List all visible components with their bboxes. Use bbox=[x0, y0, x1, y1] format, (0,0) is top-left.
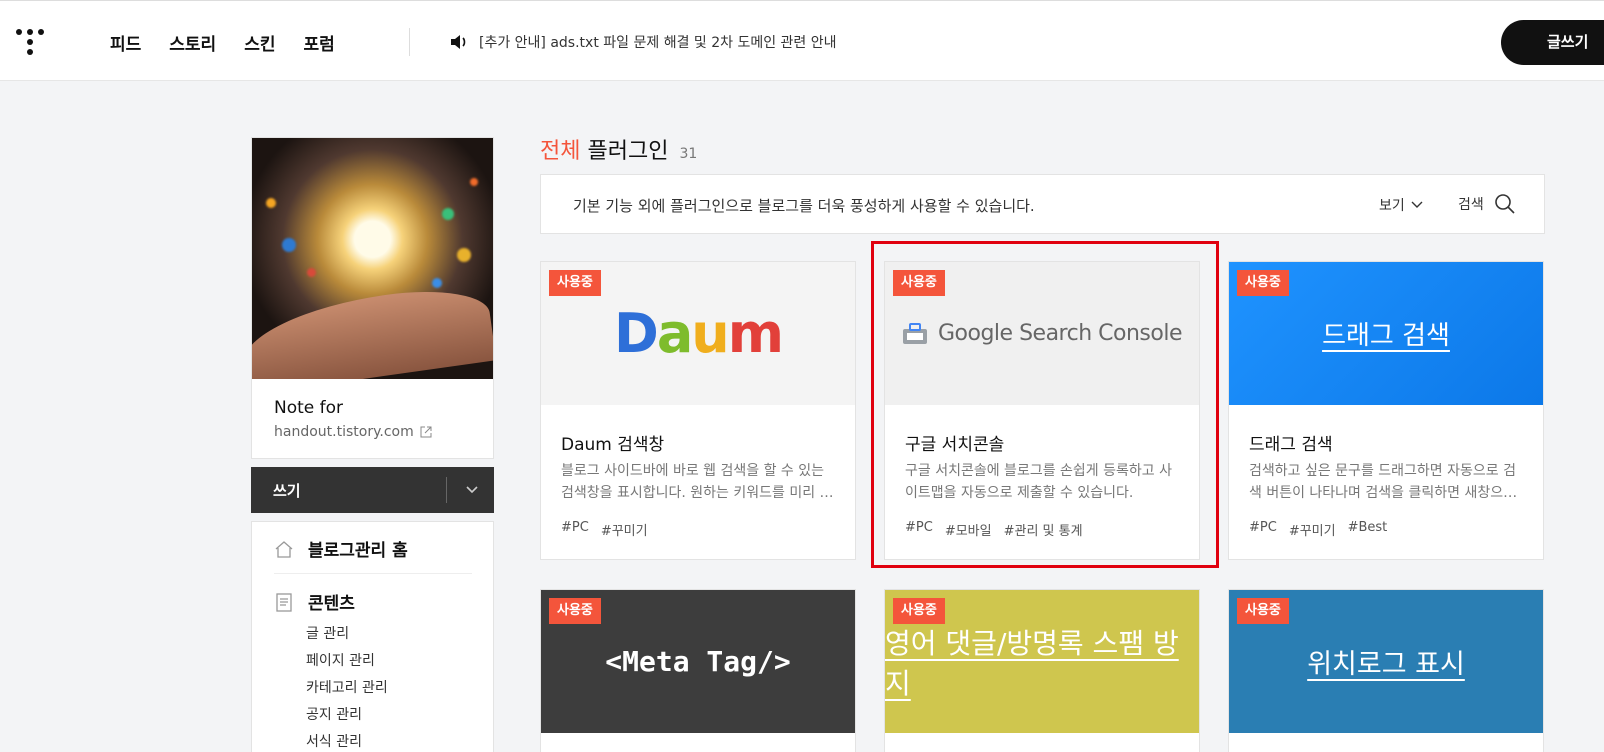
search-button[interactable]: 검색 bbox=[1458, 193, 1515, 214]
plugin-tag: #PC bbox=[561, 520, 589, 535]
view-label[interactable]: 보기 bbox=[1379, 195, 1405, 215]
sidebar-item-pages[interactable]: 페이지 관리 bbox=[306, 650, 375, 670]
global-nav: 피드 스토리 스킨 포럼 bbox=[110, 30, 335, 55]
in-use-badge: 사용중 bbox=[893, 270, 945, 296]
blog-url[interactable]: handout.tistory.com bbox=[274, 424, 432, 440]
document-icon bbox=[276, 592, 292, 612]
plugin-tag: #관리 및 통계 bbox=[1003, 524, 1083, 539]
write-post-button[interactable]: 글쓰기 bbox=[1501, 20, 1604, 65]
plugin-thumbnail: 영어 댓글/방명록 스팸 방지 사용중 bbox=[885, 590, 1199, 733]
nav-story[interactable]: 스토리 bbox=[169, 30, 216, 55]
home-icon bbox=[275, 540, 293, 558]
page-title-accent: 전체 bbox=[540, 139, 581, 164]
sidebar-menu: 블로그관리 홈 콘텐츠 글 관리 페이지 관리 카테고리 관리 공지 관리 서식… bbox=[251, 521, 494, 752]
in-use-badge: 사용중 bbox=[549, 270, 601, 296]
profile-image[interactable] bbox=[252, 138, 493, 379]
search-label[interactable]: 검색 bbox=[1458, 194, 1484, 214]
location-log-thumb-text: 위치로그 표시 bbox=[1307, 649, 1465, 680]
plugin-thumbnail: <Meta Tag/> 사용중 bbox=[541, 590, 855, 733]
in-use-badge: 사용중 bbox=[893, 598, 945, 624]
sidebar-home-label[interactable]: 블로그관리 홈 bbox=[308, 536, 408, 561]
sidebar-item-home[interactable]: 블로그관리 홈 bbox=[274, 536, 408, 561]
plugin-tag: #꾸미기 bbox=[600, 524, 648, 539]
plugin-tag: #꾸미기 bbox=[1288, 524, 1336, 539]
blog-name[interactable]: Note for bbox=[274, 398, 343, 418]
plugin-info-bar: 기본 기능 외에 플러그인으로 블로그를 더욱 풍성하게 사용할 수 있습니다.… bbox=[540, 174, 1545, 234]
plugin-card-meta-tag[interactable]: <Meta Tag/> 사용중 bbox=[540, 589, 856, 752]
sidebar-item-categories[interactable]: 카테고리 관리 bbox=[306, 677, 388, 697]
sidebar-item-notices[interactable]: 공지 관리 bbox=[306, 704, 362, 724]
menu-divider bbox=[274, 573, 472, 574]
view-dropdown[interactable]: 보기 bbox=[1379, 195, 1423, 215]
nav-skin[interactable]: 스킨 bbox=[244, 30, 275, 55]
plugin-card-daum-search[interactable]: Daum 사용중 Daum 검색창 블로그 사이드바에 바로 웹 검색을 할 수… bbox=[540, 261, 856, 560]
plugin-thumbnail: 위치로그 표시 사용중 bbox=[1229, 590, 1543, 733]
blog-profile-card: Note for handout.tistory.com bbox=[251, 137, 494, 459]
plugin-desc: 구글 서치콘솔에 블로그를 손쉽게 등록하고 사이트맵을 자동으로 제출할 수 … bbox=[905, 463, 1172, 501]
in-use-badge: 사용중 bbox=[1237, 270, 1289, 296]
plugin-tags: #PC #모바일 #관리 및 통계 bbox=[905, 520, 1083, 539]
page-title-text: 플러그인 bbox=[587, 139, 669, 164]
sidebar-contents-label[interactable]: 콘텐츠 bbox=[308, 589, 355, 614]
blog-url-text[interactable]: handout.tistory.com bbox=[274, 424, 414, 440]
plugin-desc: 검색하고 싶은 문구를 드래그하면 자동으로 검색 버튼이 나타나며 검색을 클… bbox=[1249, 463, 1518, 501]
in-use-badge: 사용중 bbox=[1237, 598, 1289, 624]
plugin-description: 기본 기능 외에 플러그인으로 블로그를 더욱 풍성하게 사용할 수 있습니다. bbox=[573, 197, 1035, 215]
sidebar-item-templates[interactable]: 서식 관리 bbox=[306, 731, 362, 751]
plugin-tags: #PC #꾸미기 #Best bbox=[1249, 520, 1387, 539]
plugin-tag: #Best bbox=[1347, 520, 1388, 535]
search-icon bbox=[1494, 194, 1515, 214]
toolbox-icon bbox=[903, 322, 927, 344]
plugin-card-google-search-console[interactable]: Google Search Console 사용중 구글 서치콘솔 구글 서치콘… bbox=[884, 261, 1200, 560]
plugin-title: 드래그 검색 bbox=[1249, 435, 1333, 455]
notice-banner[interactable]: [추가 안내] ads.txt 파일 문제 해결 및 2차 도메인 관련 안내 bbox=[449, 32, 837, 52]
gsc-logo-text: Google Search Console bbox=[938, 321, 1182, 346]
plugin-count: 31 bbox=[679, 146, 698, 162]
plugin-tag: #PC bbox=[905, 520, 933, 535]
chevron-down-icon[interactable] bbox=[464, 481, 480, 497]
plugin-desc: 블로그 사이드바에 바로 웹 검색을 할 수 있는 검색창을 표시합니다. 원하… bbox=[561, 463, 834, 501]
plugin-title: Daum 검색창 bbox=[561, 435, 665, 455]
plugin-card-drag-search[interactable]: 드래그 검색 사용중 드래그 검색 검색하고 싶은 문구를 드래그하면 자동으로… bbox=[1228, 261, 1544, 560]
sidebar-write-button[interactable]: 쓰기 bbox=[273, 480, 301, 501]
nav-feed[interactable]: 피드 bbox=[110, 30, 141, 55]
notice-text[interactable]: [추가 안내] ads.txt 파일 문제 해결 및 2차 도메인 관련 안내 bbox=[479, 32, 837, 52]
write-bar-divider bbox=[446, 477, 447, 503]
meta-tag-thumb-text: <Meta Tag/> bbox=[605, 645, 791, 678]
header-divider bbox=[409, 28, 410, 56]
plugin-tag: #모바일 bbox=[944, 524, 992, 539]
plugin-thumbnail: Daum 사용중 bbox=[541, 262, 855, 405]
plugin-card-location-log[interactable]: 위치로그 표시 사용중 bbox=[1228, 589, 1544, 752]
sidebar-item-posts[interactable]: 글 관리 bbox=[306, 623, 349, 643]
daum-logo: Daum bbox=[613, 302, 784, 365]
sidebar-item-contents[interactable]: 콘텐츠 bbox=[274, 589, 355, 614]
sidebar-write-bar: 쓰기 bbox=[251, 467, 494, 513]
page-title: 전체 플러그인 31 bbox=[540, 133, 697, 165]
tistory-logo-icon[interactable] bbox=[16, 27, 44, 57]
external-link-icon bbox=[420, 426, 432, 438]
spam-block-thumb-text: 영어 댓글/방명록 스팸 방지 bbox=[885, 626, 1179, 700]
drag-search-thumb-text: 드래그 검색 bbox=[1322, 321, 1450, 351]
plugin-tag: #PC bbox=[1249, 520, 1277, 535]
plugin-thumbnail: 드래그 검색 사용중 bbox=[1229, 262, 1543, 405]
chevron-down-icon bbox=[1411, 201, 1423, 208]
google-search-console-logo: Google Search Console bbox=[902, 321, 1182, 346]
plugin-tags: #PC #꾸미기 bbox=[561, 520, 648, 539]
plugin-title: 구글 서치콘솔 bbox=[905, 435, 1005, 455]
speaker-icon bbox=[451, 35, 466, 49]
nav-forum[interactable]: 포럼 bbox=[303, 30, 334, 55]
plugin-card-spam-block[interactable]: 영어 댓글/방명록 스팸 방지 사용중 bbox=[884, 589, 1200, 752]
top-header: 피드 스토리 스킨 포럼 [추가 안내] ads.txt 파일 문제 해결 및 … bbox=[0, 0, 1604, 81]
plugin-thumbnail: Google Search Console 사용중 bbox=[885, 262, 1199, 405]
in-use-badge: 사용중 bbox=[549, 598, 601, 624]
